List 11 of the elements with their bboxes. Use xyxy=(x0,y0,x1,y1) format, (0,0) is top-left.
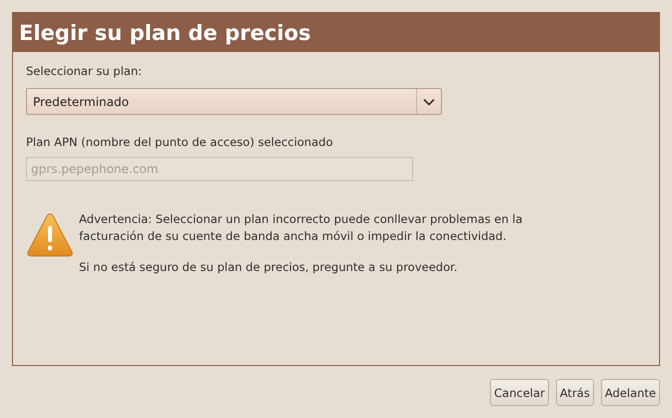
apn-label: Plan APN (nombre del punto de acceso) seleccionado xyxy=(26,135,333,149)
dialog-button[interactable]: Atrás xyxy=(556,379,594,406)
page-title: Elegir su plan de precios xyxy=(19,20,311,44)
chevron-down-icon xyxy=(423,98,435,106)
warning-text: Si no está seguro de su plan de precios, pregunte a su proveedor. xyxy=(79,259,458,276)
warning-icon xyxy=(26,211,74,259)
plan-dropdown[interactable]: Predeterminado xyxy=(26,88,442,115)
dialog-button[interactable]: Adelante xyxy=(600,379,660,406)
plan-label: Seleccionar su plan: xyxy=(26,64,142,78)
dialog-button[interactable]: Cancelar xyxy=(490,379,549,406)
warning-text: Advertencia: Seleccionar un plan incorrecto puede conllevar problemas en la facturación de su cuente de banda ancha móvil o impedir la conectividad. xyxy=(79,211,524,245)
